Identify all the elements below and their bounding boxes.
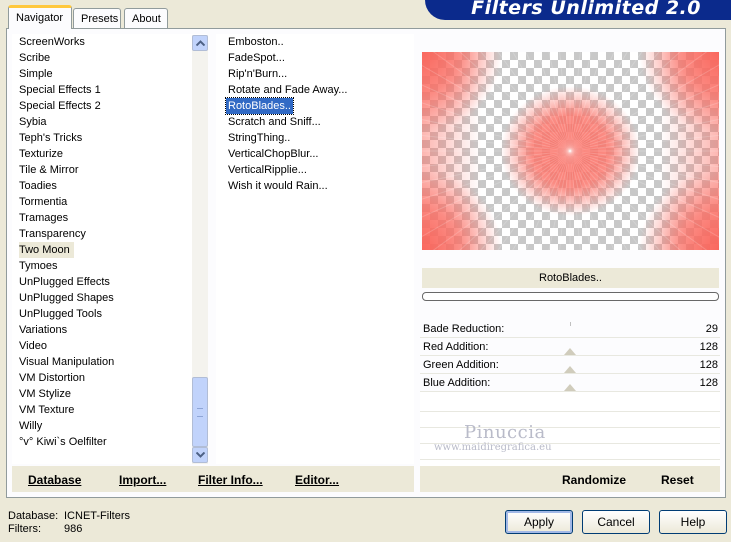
app-title: Filters Unlimited 2.0 (471, 0, 701, 19)
empty-param-row (420, 396, 720, 412)
category-item[interactable]: Tramages (19, 210, 72, 226)
chevron-down-icon (195, 452, 205, 458)
filter-item[interactable]: StringThing.. (226, 130, 292, 146)
filter-item[interactable]: Rip'n'Burn... (226, 66, 289, 82)
category-scrollbar[interactable] (192, 35, 208, 464)
randomize-button[interactable]: Randomize (562, 473, 626, 487)
category-item[interactable]: Visual Manipulation (19, 354, 118, 370)
filter-item[interactable]: VerticalChopBlur... (226, 146, 321, 162)
category-item[interactable]: Video (19, 338, 51, 354)
category-item[interactable]: VM Distortion (19, 370, 89, 386)
category-list[interactable]: ScreenWorks Scribe Simple Special Effects 1… (12, 34, 207, 464)
help-button[interactable]: Help (659, 510, 727, 534)
param-label: Bade Reduction: (423, 323, 505, 335)
param-value: 128 (699, 341, 718, 353)
watermark-url: www.maidiregrafica.eu (434, 442, 552, 453)
filters-count: 986 (64, 523, 83, 535)
category-item[interactable]: ScreenWorks (19, 34, 89, 50)
database-info: Database: ICNET-Filters (8, 510, 130, 522)
apply-button[interactable]: Apply (505, 510, 573, 534)
category-item[interactable]: Tymoes (19, 258, 62, 274)
category-item[interactable]: Texturize (19, 146, 67, 162)
category-item[interactable]: Scribe (19, 50, 54, 66)
import-button[interactable]: Import... (119, 473, 166, 487)
category-item[interactable]: Special Effects 1 (19, 82, 105, 98)
category-item[interactable]: Special Effects 2 (19, 98, 105, 114)
category-item[interactable]: Tormentia (19, 194, 71, 210)
filter-list[interactable]: Emboston.. FadeSpot... Rip'n'Burn... Rotate… (216, 34, 414, 464)
progress-bar (422, 292, 719, 301)
category-item[interactable]: Transparency (19, 226, 90, 242)
param-label: Blue Addition: (423, 377, 491, 389)
param-label: Red Addition: (423, 341, 489, 353)
filter-item[interactable]: Emboston.. (226, 34, 286, 50)
category-item[interactable]: UnPlugged Effects (19, 274, 114, 290)
filter-item[interactable]: Scratch and Sniff... (226, 114, 323, 130)
category-item[interactable]: VM Stylize (19, 386, 75, 402)
preview-rays (422, 52, 719, 250)
database-value: ICNET-Filters (64, 510, 130, 522)
param-row[interactable]: Green Addition: 128 (420, 356, 720, 374)
scroll-thumb[interactable] (192, 377, 208, 447)
category-item[interactable]: VM Texture (19, 402, 78, 418)
category-item[interactable]: Sybia (19, 114, 51, 130)
category-item[interactable]: UnPlugged Tools (19, 306, 106, 322)
param-row[interactable]: Blue Addition: 128 (420, 374, 720, 392)
editor-button[interactable]: Editor... (295, 473, 339, 487)
category-item[interactable]: Tile & Mirror (19, 162, 82, 178)
slider-tick (570, 322, 571, 326)
database-label: Database: (8, 510, 59, 522)
param-row[interactable]: Bade Reduction: 29 (420, 320, 720, 338)
slider-knob[interactable] (564, 366, 576, 373)
filter-item[interactable]: Rotate and Fade Away... (226, 82, 349, 98)
scroll-down-button[interactable] (192, 447, 208, 463)
filter-info-button[interactable]: Filter Info... (198, 473, 263, 487)
filters-label: Filters: (8, 523, 41, 535)
list-button-row: Database Import... Filter Info... Editor… (12, 466, 414, 492)
chevron-up-icon (195, 40, 205, 46)
param-value: 128 (699, 359, 718, 371)
filter-item[interactable]: FadeSpot... (226, 50, 287, 66)
reset-button[interactable]: Reset (661, 473, 694, 487)
filter-item[interactable]: Wish it would Rain... (226, 178, 330, 194)
tab-navigator[interactable]: Navigator (8, 5, 72, 29)
category-item[interactable]: Willy (19, 418, 46, 434)
slider-knob[interactable] (564, 348, 576, 355)
category-item[interactable]: Variations (19, 322, 71, 338)
param-value: 29 (705, 323, 718, 335)
filters-info: Filters: 986 (8, 523, 82, 535)
tab-presets[interactable]: Presets (73, 8, 121, 28)
category-item[interactable]: Toadies (19, 178, 61, 194)
brand-banner: Filters Unlimited 2.0 (425, 0, 731, 20)
param-button-row: Randomize Reset (420, 466, 720, 492)
param-value: 128 (699, 377, 718, 389)
param-label: Green Addition: (423, 359, 499, 371)
database-button[interactable]: Database (28, 473, 81, 487)
filter-name-label: RotoBlades.. (422, 268, 719, 288)
scroll-up-button[interactable] (192, 35, 208, 51)
tab-about[interactable]: About (124, 8, 168, 28)
category-item[interactable]: Two Moon (19, 242, 74, 258)
watermark-name: Pinuccia (464, 422, 546, 443)
filter-item[interactable]: VerticalRipplie... (226, 162, 309, 178)
category-item[interactable]: Teph's Tricks (19, 130, 86, 146)
category-item[interactable]: Simple (19, 66, 57, 82)
slider-knob[interactable] (564, 384, 576, 391)
param-row[interactable]: Red Addition: 128 (420, 338, 720, 356)
filter-preview (422, 52, 719, 250)
category-item[interactable]: UnPlugged Shapes (19, 290, 118, 306)
filter-item[interactable]: RotoBlades.. (225, 97, 294, 115)
category-item[interactable]: °v° Kiwi`s Oelfilter (19, 434, 111, 450)
cancel-button[interactable]: Cancel (582, 510, 650, 534)
